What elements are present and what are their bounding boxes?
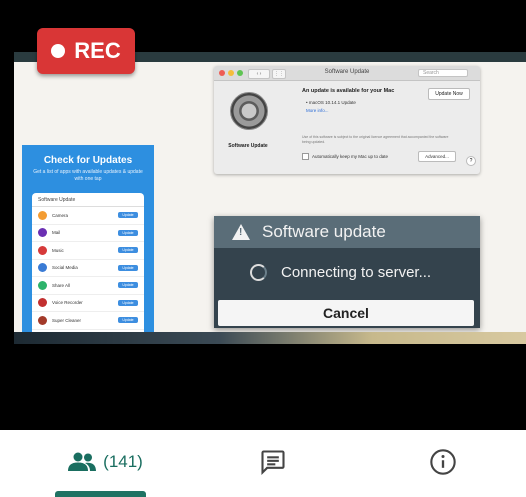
dialog-message: Connecting to server...: [281, 263, 432, 281]
mac-titlebar: ‹ › ⋮⋮ Software Update Search: [214, 66, 480, 81]
update-button: Update: [118, 317, 138, 324]
check-updates-panel: Check for Updates Get a list of apps wit…: [22, 145, 154, 337]
update-button: Update: [118, 282, 138, 289]
chat-icon: [261, 450, 285, 476]
software-update-label: Software Update: [228, 143, 268, 149]
recorder-app-icon: [38, 298, 47, 308]
auto-update-label: Automatically keep my Mac up to date: [312, 154, 389, 159]
tab-info[interactable]: [418, 446, 468, 478]
mac-search-field: Search: [418, 69, 468, 77]
app-name: Camera: [52, 212, 69, 218]
loading-spinner-icon: [250, 263, 267, 281]
panel-title: Check for Updates: [43, 155, 133, 166]
share-app-icon: [38, 280, 47, 290]
list-item: Super Cleaner Update: [32, 312, 144, 330]
phone-mockup: Software Update Camera Update Mail Updat…: [32, 193, 144, 337]
mac-update-pane: An update is available for your Mac Upda…: [302, 84, 474, 162]
list-item: Share All Update: [32, 277, 144, 295]
screen-bottom-shade: [14, 332, 526, 344]
list-item: Camera Update: [32, 207, 144, 225]
more-info-link: More info...: [306, 108, 329, 113]
advanced-button: Advanced...: [418, 151, 456, 162]
app-name: Music: [52, 247, 64, 253]
music-app-icon: [38, 245, 47, 255]
mac-software-update-window: ‹ › ⋮⋮ Software Update Search Software U…: [214, 66, 480, 174]
software-update-dialog: ! Software update Connecting to server..…: [214, 216, 480, 328]
list-item: Social Media Update: [32, 260, 144, 277]
bottom-tab-bar: (141): [0, 430, 526, 497]
tab-participants[interactable]: (141): [44, 446, 166, 478]
dialog-body: Connecting to server...: [214, 248, 480, 296]
dialog-cancel-button: Cancel: [218, 300, 474, 326]
info-icon: [430, 449, 456, 475]
app-name: Social Media: [52, 265, 78, 271]
mail-app-icon: [38, 228, 47, 238]
app-name: Super Cleaner: [52, 317, 82, 323]
list-item: Music Update: [32, 242, 144, 260]
participants-count: (141): [103, 452, 143, 471]
auto-update-row: Automatically keep my Mac up to date Adv…: [302, 151, 474, 162]
help-icon: ?: [466, 156, 476, 166]
dialog-title: Software update: [262, 222, 386, 241]
legal-text: Use of this software is subject to the o…: [302, 135, 449, 144]
active-tab-indicator: [55, 491, 146, 497]
app-name: Mail: [52, 230, 61, 236]
record-dot-icon: [51, 44, 66, 58]
tab-chat[interactable]: [248, 446, 298, 478]
list-item: Voice Recorder Update: [32, 295, 144, 312]
update-button: Update: [118, 247, 138, 254]
recording-label: REC: [74, 38, 121, 63]
app-name: Voice Recorder: [52, 300, 83, 306]
update-button: Update: [118, 264, 138, 271]
warning-icon: !: [232, 224, 250, 240]
recording-badge: REC: [37, 28, 135, 74]
app-name: Share All: [52, 282, 71, 288]
video-area: Check for Updates Get a list of apps wit…: [0, 0, 526, 430]
panel-subtitle: Get a list of apps with available update…: [33, 169, 143, 182]
auto-update-checkbox: [302, 153, 309, 160]
list-item: Mail Update: [32, 225, 144, 242]
shared-screen: Check for Updates Get a list of apps wit…: [14, 52, 526, 344]
software-update-gear-icon: [230, 92, 268, 130]
dialog-header: ! Software update: [214, 216, 480, 248]
update-button: Update: [118, 299, 138, 306]
update-button: Update: [118, 212, 138, 219]
update-now-button: Update Now: [428, 88, 470, 100]
social-app-icon: [38, 263, 47, 273]
phone-list-header: Software Update: [32, 193, 144, 207]
update-button: Update: [118, 229, 138, 236]
cleaner-app-icon: [38, 315, 47, 325]
update-item: • macOS 10.14.1 Update: [306, 100, 356, 105]
people-icon: [68, 452, 97, 471]
camera-app-icon: [38, 210, 47, 220]
